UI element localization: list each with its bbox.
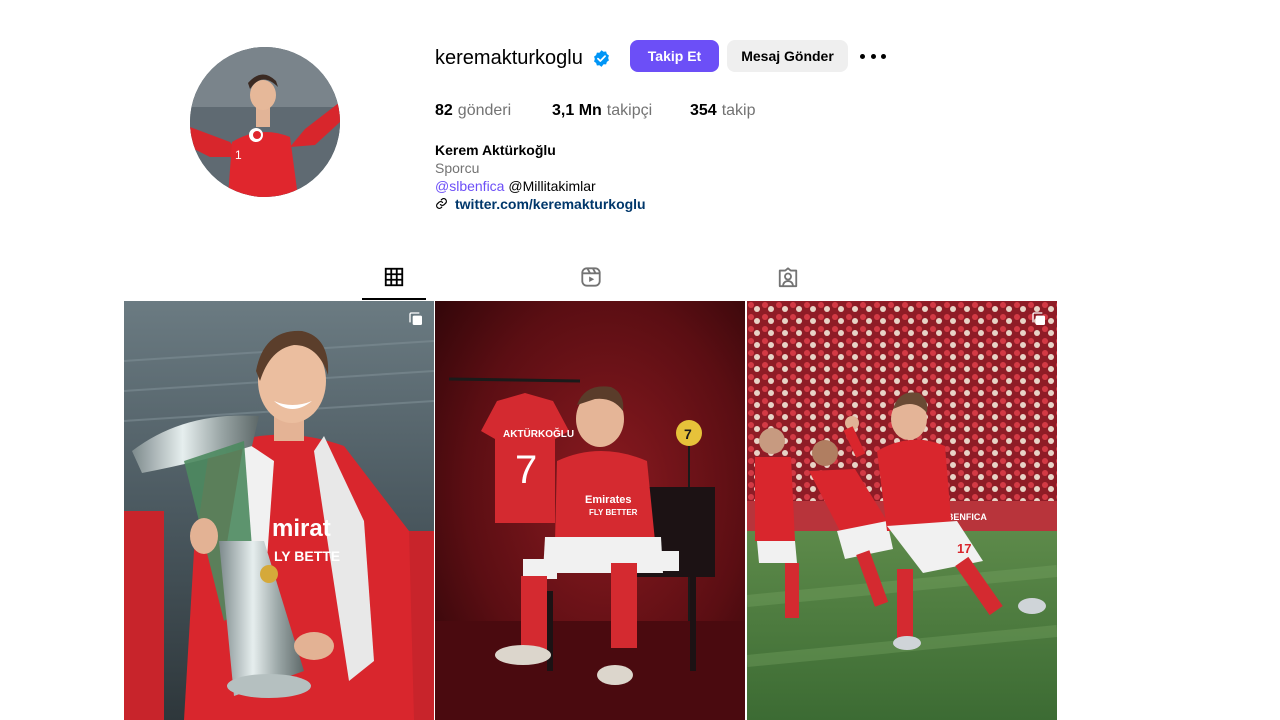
verified-badge-icon (594, 50, 609, 67)
following-count-value: 354 (690, 102, 717, 119)
avatar-photo: 1 (190, 47, 340, 197)
profile-page: 1 keremakturkoglu Takip Et Mesaj Gönder … (0, 0, 1280, 720)
followers-count-label: takipçi (606, 102, 653, 119)
external-link[interactable]: twitter.com/keremakturkoglu (455, 195, 646, 213)
tab-posts[interactable] (362, 262, 426, 300)
profile-full-name: Kerem Aktürkoğlu (435, 142, 556, 158)
carousel-icon (1032, 312, 1045, 325)
posts-count: 82 gönderi (435, 101, 511, 121)
svg-text:mirat: mirat (272, 515, 331, 542)
reels-icon (581, 267, 601, 287)
bio-mentions: @slbenfica @Millitakimlar (435, 177, 596, 195)
svg-text:1: 1 (235, 148, 242, 162)
posts-count-value: 82 (435, 102, 453, 119)
profile-avatar[interactable]: 1 (190, 47, 340, 197)
post-thumbnail[interactable]: SL BENFICA 17 (747, 301, 1057, 720)
posts-count-label: gönderi (457, 102, 512, 119)
active-tab-indicator (362, 298, 426, 300)
svg-text:FLY BETTER: FLY BETTER (589, 508, 638, 517)
followers-count-value: 3,1 Mn (552, 102, 602, 119)
svg-text:17: 17 (957, 541, 971, 556)
post-thumbnail[interactable]: AKTÜRKOĞLU 7 7 Emirates FLY BETTER (435, 301, 745, 720)
mention-slbenfica-link[interactable]: @slbenfica (435, 178, 504, 194)
post-image-celebration: SL BENFICA 17 (747, 301, 1057, 720)
link-icon (436, 198, 447, 209)
svg-text:7: 7 (684, 426, 692, 442)
dot-icon (860, 53, 865, 59)
message-button[interactable]: Mesaj Gönder (727, 40, 848, 72)
grid-icon (384, 267, 404, 287)
following-count[interactable]: 354 takip (690, 101, 756, 121)
dot-icon (881, 53, 886, 59)
profile-category: Sporcu (435, 160, 480, 176)
svg-text:LY BETTE: LY BETTE (274, 548, 340, 564)
mention-millitakimlar[interactable]: @Millitakimlar (508, 178, 595, 194)
svg-text:7: 7 (515, 448, 537, 492)
profile-username: keremakturkoglu (435, 47, 583, 69)
post-image-trophy: mirat LY BETTE (124, 301, 434, 720)
dot-icon (870, 53, 876, 59)
svg-text:AKTÜRKOĞLU: AKTÜRKOĞLU (503, 427, 574, 440)
followers-count[interactable]: 3,1 Mn takipçi (552, 101, 652, 121)
carousel-icon (409, 312, 422, 325)
tab-reels[interactable] (559, 262, 623, 300)
following-count-label: takip (721, 102, 756, 119)
jersey-sponsor: mirat LY BETTE (272, 515, 340, 564)
tab-tagged[interactable] (756, 262, 820, 300)
post-thumbnail[interactable]: mirat LY BETTE (124, 301, 434, 720)
follow-button[interactable]: Takip Et (630, 40, 719, 72)
post-image-studio: AKTÜRKOĞLU 7 7 Emirates FLY BETTER (435, 301, 745, 720)
more-options-icon[interactable] (860, 46, 886, 66)
svg-text:Emirates: Emirates (585, 494, 631, 506)
tagged-icon (778, 267, 798, 288)
